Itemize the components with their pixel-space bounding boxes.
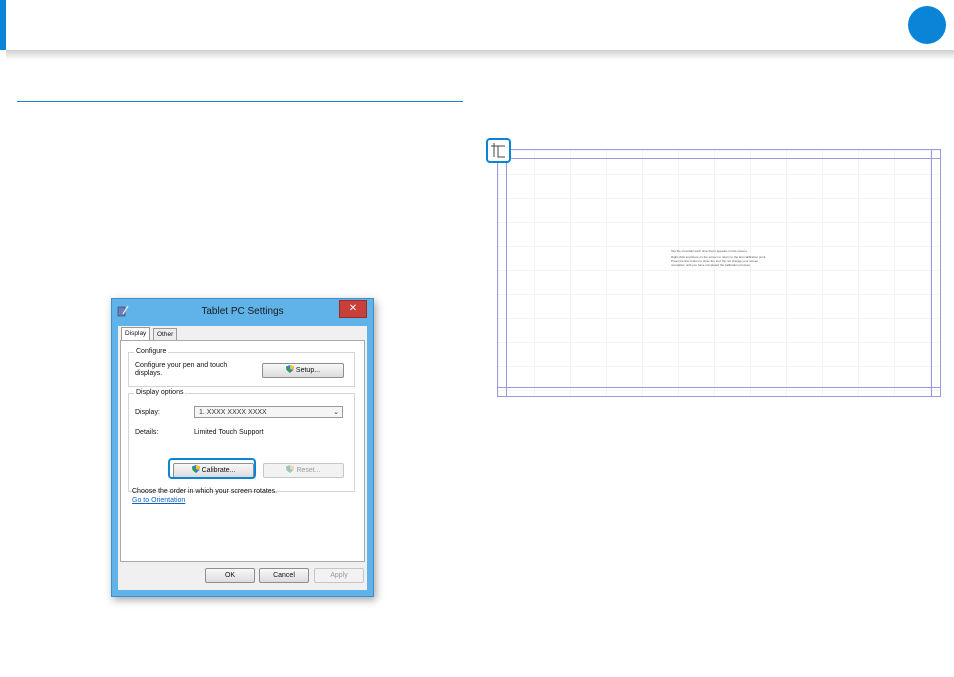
display-select[interactable]: 1. XXXX XXXX XXXX ⌄ (194, 406, 343, 418)
calibration-instructions: Tap the crosshair each time that it appe… (671, 249, 771, 267)
cancel-button[interactable]: Cancel (259, 568, 309, 583)
calibrate-highlight (168, 458, 256, 479)
setup-button[interactable]: Setup... (262, 363, 344, 378)
calibration-crosshair[interactable] (486, 138, 511, 163)
calibration-instruction-line: Right-click anywhere on the screen to re… (671, 255, 767, 267)
tab-display[interactable]: Display (121, 327, 151, 341)
calibration-instruction-line: Tap the crosshair each time that it appe… (671, 249, 748, 253)
display-options-group-label: Display options (134, 389, 186, 396)
apply-button[interactable]: Apply (314, 568, 364, 583)
uac-shield-icon (285, 365, 294, 373)
display-label: Display: (135, 409, 160, 416)
uac-shield-icon (286, 465, 295, 473)
close-button[interactable]: ✕ (339, 300, 367, 318)
calibration-guide-line (506, 150, 507, 396)
orientation-text: Choose the order in which your screen ro… (132, 488, 278, 495)
details-value: Limited Touch Support (194, 429, 264, 436)
dialog-client-area: Display Other Configure Configure your p… (118, 326, 367, 590)
crosshair-icon (491, 143, 505, 158)
configure-group-label: Configure (134, 348, 169, 355)
calibration-guide-line (498, 387, 940, 388)
reset-button-label: Reset... (296, 467, 321, 474)
configure-description: Configure your pen and touch displays. (135, 362, 228, 377)
display-tab-panel: Configure Configure your pen and touch d… (120, 340, 365, 562)
dialog-title: Tablet PC Settings (201, 306, 284, 317)
chevron-down-icon: ⌄ (333, 409, 339, 416)
display-select-value: 1. XXXX XXXX XXXX (199, 409, 267, 416)
page-indicator-dot (908, 6, 946, 44)
tablet-pc-settings-dialog: Tablet PC Settings ✕ Display Other Confi… (111, 298, 374, 597)
calibration-screen (497, 149, 941, 397)
header-accent-bar (0, 0, 6, 50)
header-divider (6, 50, 954, 60)
title-bar: Tablet PC Settings ✕ (112, 299, 373, 325)
go-to-orientation-link[interactable]: Go to Orientation (132, 497, 185, 505)
ok-button[interactable]: OK (205, 568, 255, 583)
calibration-guide-line (931, 150, 932, 396)
reset-button[interactable]: Reset... (263, 463, 344, 478)
calibration-guide-line (498, 158, 940, 159)
details-label: Details: (135, 429, 159, 436)
section-divider (17, 101, 463, 102)
setup-button-label: Setup... (295, 367, 321, 374)
